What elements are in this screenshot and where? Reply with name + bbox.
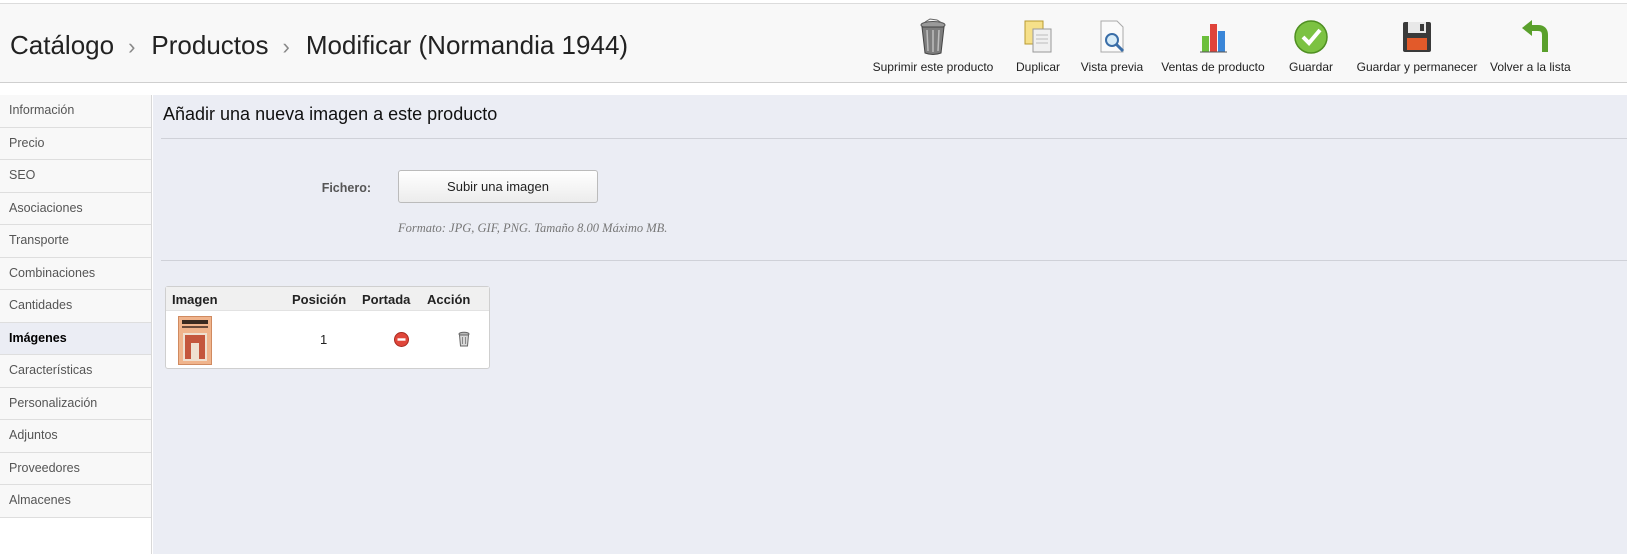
sidebar-item-proveedores[interactable]: Proveedores xyxy=(0,452,151,485)
sidebar-item-seo[interactable]: SEO xyxy=(0,160,151,193)
back-arrow-icon xyxy=(1522,20,1548,52)
save-label: Guardar xyxy=(1288,60,1334,74)
sidebar-item-imagenes[interactable]: Imágenes xyxy=(0,322,151,355)
checkmark-icon xyxy=(1294,20,1328,54)
product-image-thumbnail[interactable] xyxy=(178,316,212,365)
images-table: Imagen Posición Portada Acción 1 xyxy=(165,286,490,369)
sidebar-item-precio[interactable]: Precio xyxy=(0,127,151,160)
save-and-stay-label: Guardar y permanecer xyxy=(1356,60,1478,74)
main-panel: Añadir una nueva imagen a este producto … xyxy=(153,95,1627,554)
format-note: Formato: JPG, GIF, PNG. Tamaño 8.00 Máxi… xyxy=(398,221,668,235)
breadcrumb-catalog[interactable]: Catálogo xyxy=(10,30,114,61)
trash-icon xyxy=(920,18,946,55)
divider xyxy=(161,138,1627,139)
duplicate-label: Duplicar xyxy=(1015,60,1060,74)
upload-image-button[interactable]: Subir una imagen xyxy=(398,170,598,203)
duplicate-icon xyxy=(1024,20,1052,53)
floppy-disk-icon xyxy=(1403,22,1431,52)
image-position-value: 1 xyxy=(320,332,328,347)
bar-chart-icon xyxy=(1200,24,1227,53)
sidebar-item-cantidades[interactable]: Cantidades xyxy=(0,290,151,323)
sidebar-item-asociaciones[interactable]: Asociaciones xyxy=(0,192,151,225)
back-to-list-button[interactable]: Volver a la lista xyxy=(1490,18,1627,78)
preview-label: Vista previa xyxy=(1080,60,1144,74)
breadcrumb-separator-icon: › xyxy=(282,33,290,59)
product-sales-button[interactable]: Ventas de producto xyxy=(1158,18,1268,78)
save-button[interactable]: Guardar xyxy=(1284,18,1338,78)
breadcrumb: Catálogo › Productos › Modificar (Norman… xyxy=(10,30,628,61)
delete-icon[interactable] xyxy=(458,331,470,347)
preview-button[interactable]: Vista previa xyxy=(1080,18,1144,78)
sidebar-item-caracteristicas[interactable]: Características xyxy=(0,355,151,388)
product-tabs-sidebar: Información Precio SEO Asociaciones Tran… xyxy=(0,95,152,554)
divider xyxy=(161,260,1627,261)
file-label: Fichero: xyxy=(321,181,371,195)
breadcrumb-separator-icon: › xyxy=(128,33,136,59)
sidebar-item-almacenes[interactable]: Almacenes xyxy=(0,485,151,518)
save-and-stay-button[interactable]: Guardar y permanecer xyxy=(1354,18,1480,78)
column-header-position: Posición xyxy=(292,292,347,307)
sidebar-item-personalizacion[interactable]: Personalización xyxy=(0,387,151,420)
column-header-action: Acción xyxy=(427,292,471,307)
sidebar-item-adjuntos[interactable]: Adjuntos xyxy=(0,420,151,453)
not-cover-icon[interactable] xyxy=(394,332,409,347)
delete-product-label: Suprimir este producto xyxy=(872,60,994,74)
sidebar-item-combinaciones[interactable]: Combinaciones xyxy=(0,257,151,290)
sidebar-item-transporte[interactable]: Transporte xyxy=(0,225,151,258)
sidebar-item-informacion[interactable]: Información xyxy=(0,95,151,128)
delete-product-button[interactable]: Suprimir este producto xyxy=(872,18,994,78)
product-sales-label: Ventas de producto xyxy=(1161,60,1265,74)
back-to-list-label: Volver a la lista xyxy=(1490,60,1571,74)
breadcrumb-products[interactable]: Productos xyxy=(151,30,268,61)
magnifier-icon xyxy=(1100,20,1125,53)
section-title: Añadir una nueva imagen a este producto xyxy=(163,104,498,124)
duplicate-button[interactable]: Duplicar xyxy=(1010,18,1066,78)
page-title: Modificar (Normandia 1944) xyxy=(305,30,629,60)
column-header-cover: Portada xyxy=(362,292,411,307)
page-header: Catálogo › Productos › Modificar (Norman… xyxy=(0,3,1627,83)
column-header-image: Imagen xyxy=(172,292,218,307)
